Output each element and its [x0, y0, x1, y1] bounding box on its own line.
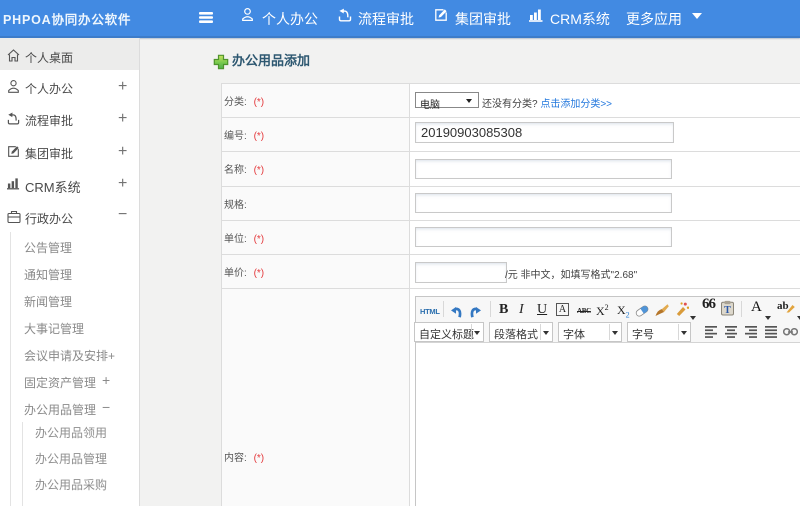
svg-text:T: T — [724, 305, 731, 316]
